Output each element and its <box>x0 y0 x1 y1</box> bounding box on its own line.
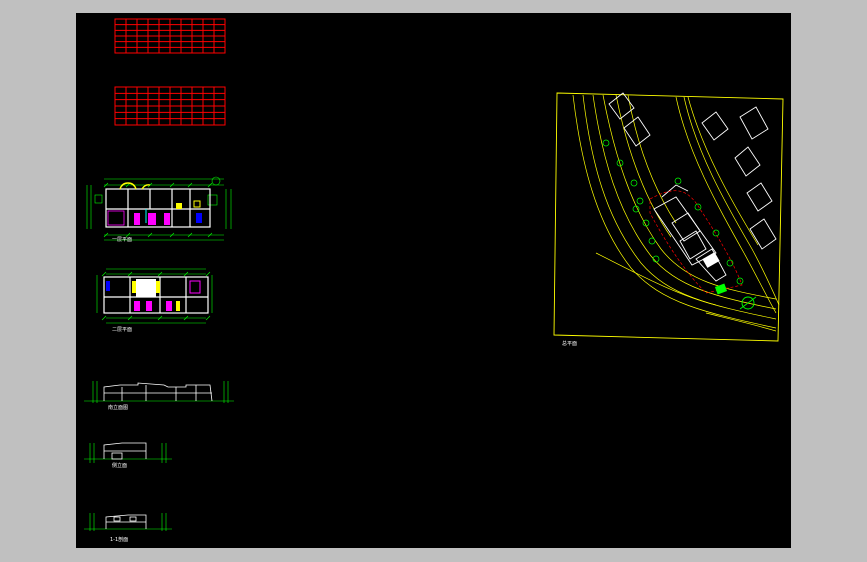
plan-ground-label: 一层平面 <box>112 237 132 243</box>
site-plan-label: 总平面 <box>562 340 577 347</box>
cad-model-space[interactable]: 一层平面 二层平面 南立面图 侧立面 1-1剖面 总平面 <box>76 13 791 548</box>
elevation-front-label: 南立面图 <box>108 404 128 411</box>
plan-upper-label: 二层平面 <box>112 327 132 333</box>
floor-plan-upper: 二层平面 <box>96 268 213 333</box>
site-plan: 总平面 <box>553 92 784 347</box>
elevation-front: 南立面图 <box>84 381 234 411</box>
elevation-side: 侧立面 <box>84 442 172 469</box>
schedule-table-bottom <box>114 86 226 126</box>
schedule-table-top <box>114 18 226 54</box>
elevation-rear-label: 1-1剖面 <box>110 536 128 543</box>
elevation-side-label: 侧立面 <box>112 462 127 469</box>
elevation-rear: 1-1剖面 <box>84 513 172 543</box>
floor-plan-ground: 一层平面 <box>86 176 232 243</box>
drawing-canvas: 一层平面 二层平面 南立面图 侧立面 1-1剖面 总平面 <box>84 18 784 543</box>
